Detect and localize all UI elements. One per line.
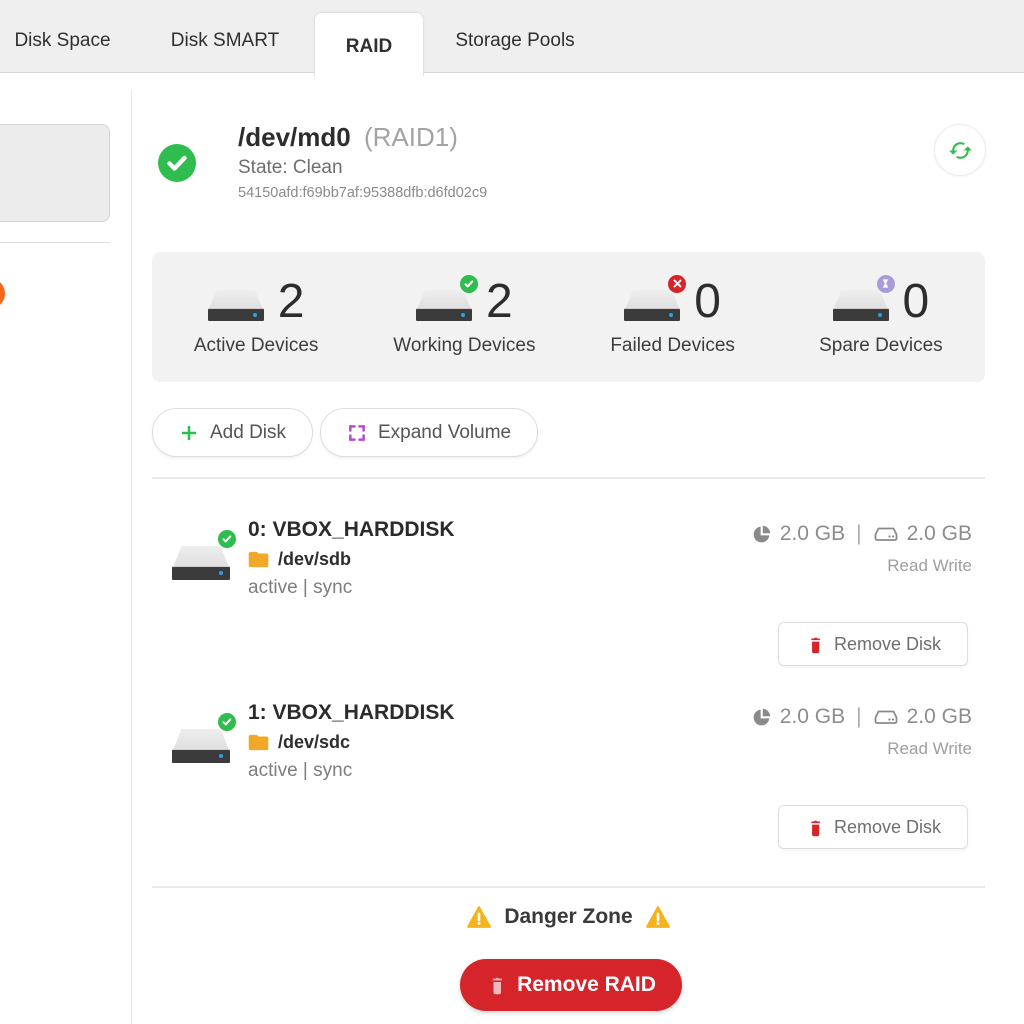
- disk-used: 2.0 GB: [780, 705, 845, 729]
- danger-zone-label: Danger Zone: [504, 905, 632, 929]
- sidebar-divider: [0, 242, 110, 243]
- disk-sizes: 2.0 GB | 2.0 GB: [751, 522, 972, 546]
- expand-icon: [347, 423, 367, 443]
- content-divider: [131, 90, 132, 1024]
- stat-label: Failed Devices: [610, 335, 735, 357]
- expand-volume-button[interactable]: Expand Volume: [320, 408, 538, 457]
- add-disk-button[interactable]: Add Disk: [152, 408, 313, 457]
- disk-size: 2.0 GB: [907, 705, 972, 729]
- remove-disk-button-1[interactable]: Remove Disk: [778, 805, 968, 849]
- stat-value: 0: [903, 278, 930, 326]
- stat-value: 0: [694, 278, 721, 326]
- trash-icon: [805, 818, 822, 837]
- sidebar-raid-card[interactable]: [0, 124, 110, 222]
- disk-size: 2.0 GB: [907, 522, 972, 546]
- disk-row-0: 0: VBOX_HARDDISK /dev/sdb active | sync …: [152, 500, 985, 683]
- stat-label: Spare Devices: [819, 335, 943, 357]
- raid-title: /dev/md0 (RAID1): [238, 122, 458, 153]
- remove-disk-button-0[interactable]: Remove Disk: [778, 622, 968, 666]
- raid-state-ok-icon: [158, 144, 196, 182]
- raid-uuid: 54150afd:f69bb7af:95388dfb:d6fd02c9: [238, 185, 487, 201]
- stat-value: 2: [278, 278, 305, 326]
- disk-path: /dev/sdb: [278, 549, 351, 570]
- disk-status: active | sync: [248, 577, 352, 599]
- raid-state: State: Clean: [238, 157, 343, 179]
- disk-path-row: /dev/sdb: [248, 549, 351, 570]
- disk-status: active | sync: [248, 760, 352, 782]
- remove-disk-label: Remove Disk: [834, 634, 941, 655]
- pie-chart-icon: [751, 524, 772, 545]
- hdd-icon: [208, 283, 264, 321]
- disk-title: 0: VBOX_HARDDISK: [248, 518, 455, 542]
- pipe-separator: |: [856, 522, 861, 546]
- disk-sizes: 2.0 GB | 2.0 GB: [751, 705, 972, 729]
- disk-mode: Read Write: [887, 556, 972, 576]
- orange-status-icon: [0, 278, 5, 309]
- trash-icon: [486, 975, 504, 995]
- stat-active-devices: 2 Active Devices: [152, 252, 360, 382]
- check-badge-icon: [216, 711, 238, 733]
- tab-storage-pools[interactable]: Storage Pools: [438, 0, 592, 72]
- disk-row-1: 1: VBOX_HARDDISK /dev/sdc active | sync …: [152, 683, 985, 866]
- hdd-icon: [172, 538, 230, 580]
- disk-title: 1: VBOX_HARDDISK: [248, 701, 455, 725]
- stat-working-devices: 2 Working Devices: [360, 252, 568, 382]
- disk-path: /dev/sdc: [278, 732, 350, 753]
- folder-icon: [248, 734, 269, 751]
- tab-bar: Disk Space Disk SMART RAID Storage Pools: [0, 0, 1024, 73]
- hourglass-badge-icon: [875, 273, 897, 295]
- folder-icon: [248, 551, 269, 568]
- stat-spare-devices: 0 Spare Devices: [777, 252, 985, 382]
- check-badge-icon: [458, 273, 480, 295]
- stat-label: Working Devices: [393, 335, 535, 357]
- tab-disk-smart[interactable]: Disk SMART: [143, 0, 307, 72]
- drive-outline-icon: [873, 524, 899, 544]
- add-disk-label: Add Disk: [210, 422, 286, 444]
- disk-mode: Read Write: [887, 739, 972, 759]
- hdd-icon: [833, 283, 889, 321]
- plus-icon: [179, 423, 199, 443]
- remove-raid-button[interactable]: Remove RAID: [460, 959, 682, 1011]
- raid-stats-panel: 2 Active Devices 2 Working Devices 0: [152, 252, 985, 382]
- check-badge-icon: [216, 528, 238, 550]
- tab-raid[interactable]: RAID: [314, 12, 424, 76]
- disk-path-row: /dev/sdc: [248, 732, 350, 753]
- cross-badge-icon: [666, 273, 688, 295]
- stat-value: 2: [486, 278, 513, 326]
- remove-disk-label: Remove Disk: [834, 817, 941, 838]
- tab-disk-space[interactable]: Disk Space: [0, 0, 125, 72]
- raid-device-name: /dev/md0: [238, 122, 351, 152]
- expand-volume-label: Expand Volume: [378, 422, 511, 444]
- refresh-button[interactable]: [934, 124, 986, 176]
- warning-triangle-icon: [466, 905, 492, 929]
- hdd-icon: [624, 283, 680, 321]
- remove-raid-label: Remove RAID: [517, 973, 656, 997]
- section-divider: [152, 477, 985, 479]
- trash-icon: [805, 635, 822, 654]
- hdd-icon: [416, 283, 472, 321]
- danger-divider: [152, 886, 985, 888]
- pie-chart-icon: [751, 707, 772, 728]
- pipe-separator: |: [856, 705, 861, 729]
- stat-label: Active Devices: [194, 335, 319, 357]
- drive-outline-icon: [873, 707, 899, 727]
- hdd-icon: [172, 721, 230, 763]
- raid-level: (RAID1): [364, 122, 458, 152]
- stat-failed-devices: 0 Failed Devices: [569, 252, 777, 382]
- refresh-icon: [948, 138, 973, 163]
- warning-triangle-icon: [645, 905, 671, 929]
- disk-used: 2.0 GB: [780, 522, 845, 546]
- danger-zone-heading: Danger Zone: [152, 905, 985, 929]
